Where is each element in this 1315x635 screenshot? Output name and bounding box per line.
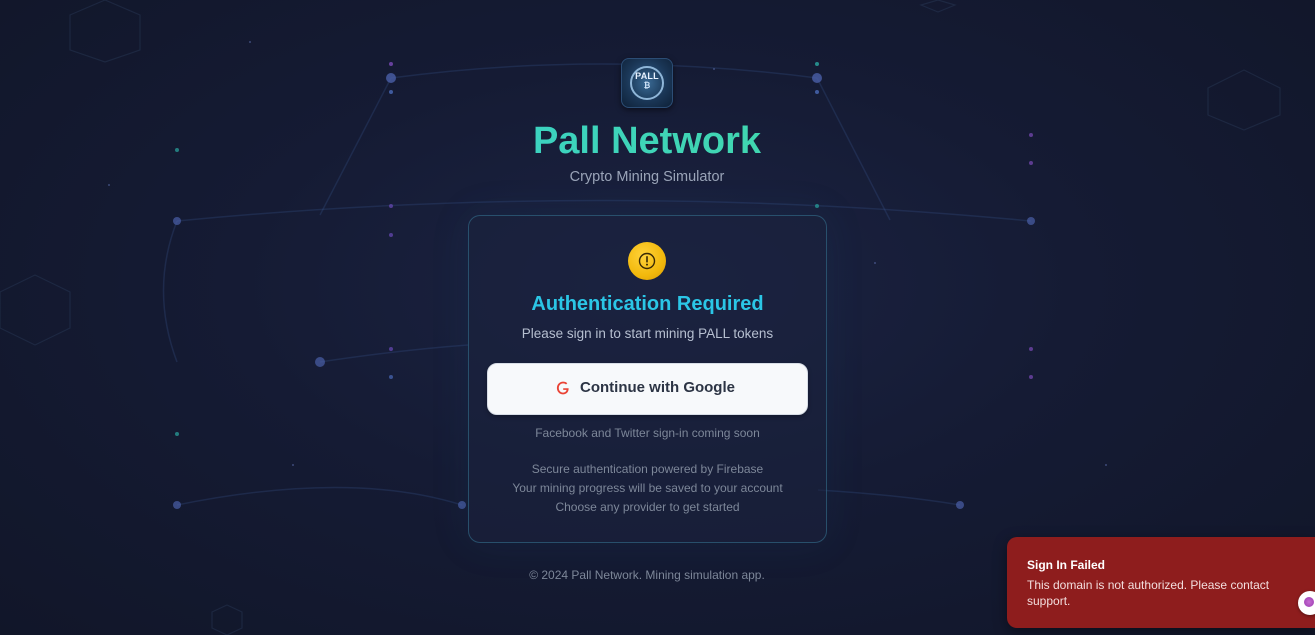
assistant-badge-icon[interactable] — [1298, 591, 1315, 615]
error-toast[interactable]: Sign In Failed This domain is not author… — [1007, 537, 1315, 628]
info-line: Your mining progress will be saved to yo… — [512, 481, 783, 495]
alert-circle-icon — [628, 242, 666, 280]
google-g-icon — [556, 381, 569, 395]
continue-with-google-button[interactable]: Continue with Google — [487, 363, 808, 415]
app-subtitle: Crypto Mining Simulator — [569, 169, 725, 185]
logo-text: PALL — [635, 71, 659, 81]
info-line: Secure authentication powered by Firebas… — [531, 462, 764, 476]
auth-card: Authentication Required Please sign in t… — [468, 215, 827, 543]
app-logo: PALL ₿ — [621, 58, 673, 108]
logo-symbol: ₿ — [643, 81, 651, 90]
auth-description: Please sign in to start mining PALL toke… — [521, 326, 774, 341]
auth-title: Authentication Required — [531, 293, 764, 315]
toast-message: This domain is not authorized. Please co… — [1027, 578, 1270, 608]
toast-title: Sign In Failed — [1027, 558, 1106, 572]
app-title: Pall Network — [0, 118, 1294, 164]
google-button-label: Continue with Google — [580, 379, 735, 396]
info-line: Choose any provider to get started — [555, 500, 740, 514]
coming-soon-note: Facebook and Twitter sign-in coming soon — [535, 426, 760, 440]
